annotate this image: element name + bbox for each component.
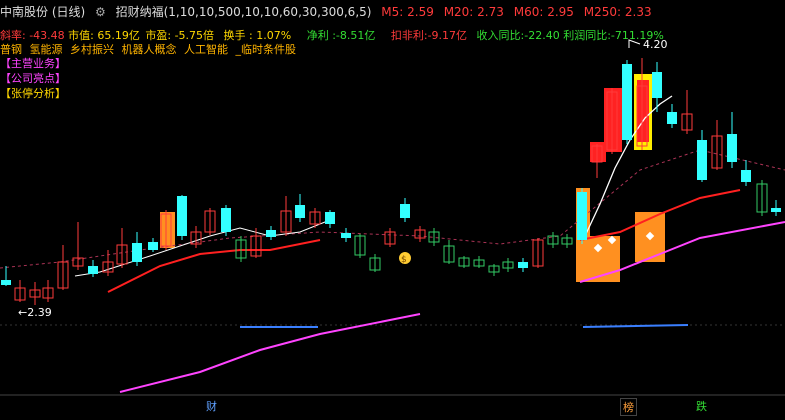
concept-tag[interactable]: 人工智能 bbox=[184, 43, 228, 56]
gear-icon[interactable]: ⚙ bbox=[95, 5, 106, 19]
link-limit-analysis[interactable]: 【张停分析】 bbox=[0, 85, 66, 101]
candle-body bbox=[132, 243, 142, 262]
candle-body bbox=[622, 64, 632, 140]
candle-body bbox=[177, 196, 187, 236]
link-main-business[interactable]: 【主营业务】 bbox=[0, 55, 66, 71]
candle-body bbox=[295, 205, 305, 218]
signal-box bbox=[160, 212, 175, 248]
candle-body bbox=[325, 212, 335, 224]
candle-body bbox=[667, 112, 677, 124]
chart-canvas[interactable]: $←2.394.20 bbox=[0, 0, 785, 416]
candlestick-chart[interactable]: $ ←2.39 4.20 bbox=[0, 0, 785, 416]
candle-body bbox=[741, 170, 751, 182]
candle-body bbox=[341, 233, 351, 238]
low-price-label: ←2.39 bbox=[18, 306, 52, 319]
stat-revenue-yoy: 收入同比:-22.40 bbox=[476, 29, 560, 42]
candle-body bbox=[400, 204, 410, 218]
signal-box bbox=[576, 236, 620, 282]
link-company-highlights[interactable]: 【公司亮点】 bbox=[0, 70, 66, 86]
candle-body bbox=[1, 280, 11, 285]
ma250-label: M250: 2.33 bbox=[583, 5, 652, 19]
money-bag-icon: $ bbox=[401, 255, 407, 265]
ma20-label: M20: 2.73 bbox=[443, 5, 504, 19]
candle-body bbox=[221, 208, 231, 232]
stat-net-profit: 净利 :-8.51亿 bbox=[306, 29, 376, 42]
candle-body bbox=[771, 208, 781, 212]
candle-body bbox=[727, 134, 737, 162]
drop-tag[interactable]: 跌 bbox=[694, 398, 709, 414]
candle-body bbox=[652, 72, 662, 98]
stat-deducted-profit: 扣非利:-9.17亿 bbox=[390, 29, 468, 42]
finance-tag[interactable]: 财 bbox=[204, 398, 219, 414]
stock-title[interactable]: 中南股份 (日线) bbox=[0, 5, 85, 19]
candle-body bbox=[518, 262, 528, 268]
ma5-label: M5: 2.59 bbox=[381, 5, 434, 19]
candle-body bbox=[148, 242, 158, 250]
ma60-label: M60: 2.95 bbox=[513, 5, 574, 19]
concept-tag[interactable]: 机器人概念 bbox=[122, 43, 177, 56]
rank-tag[interactable]: 榜 bbox=[620, 398, 637, 416]
header-bar: 中南股份 (日线) ⚙ 招财纳福(1,10,10,500,10,10,60,30… bbox=[0, 3, 658, 19]
stat-profit-yoy: 利润同比:-711.19% bbox=[563, 29, 664, 42]
candle-body bbox=[697, 140, 707, 180]
indicator-name[interactable]: 招财纳福(1,10,10,500,10,10,60,30,300,6,5) bbox=[116, 5, 372, 19]
concept-tag[interactable]: 乡村振兴 bbox=[70, 43, 114, 56]
candle-body bbox=[577, 192, 587, 240]
magenta-line bbox=[119, 313, 421, 393]
concept-tag[interactable]: _临时条件股 bbox=[236, 43, 297, 56]
candle-body bbox=[266, 230, 276, 237]
candle-body bbox=[88, 266, 98, 274]
blue-line bbox=[582, 324, 689, 328]
